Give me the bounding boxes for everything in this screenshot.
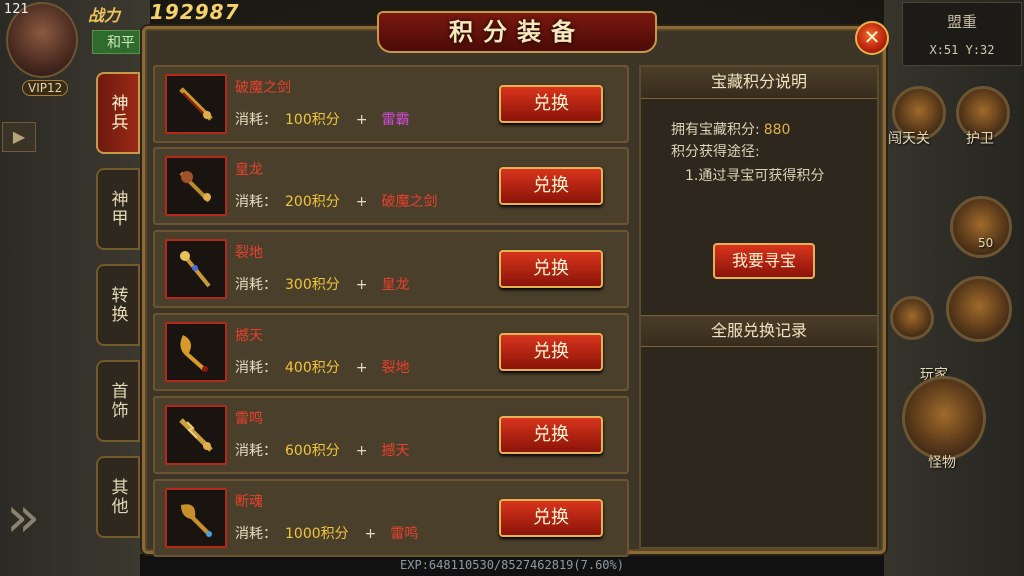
plus-sign: +: [355, 360, 368, 376]
item-cost: 消耗： 1000积分 + 雷鸣: [235, 523, 418, 543]
item-name: 断魂: [235, 494, 263, 510]
exchange-button[interactable]: 兑换: [499, 333, 603, 371]
required-item: 雷霸: [381, 112, 410, 128]
way-item: 1.通过寻宝可获得积分: [685, 168, 825, 184]
item-cost: 消耗： 100积分 + 雷霸: [235, 109, 409, 129]
minimap-panel[interactable]: 盟重 X:51 Y:32: [902, 2, 1022, 66]
points-label: 拥有宝藏积分:: [671, 122, 760, 138]
player-level: 121: [4, 2, 29, 17]
skill-label: 闯天关: [888, 131, 930, 147]
plus-sign: +: [355, 112, 368, 128]
item-name: 裂地: [235, 245, 263, 261]
power-value: 192987: [150, 0, 240, 24]
info-header: 宝藏积分说明: [641, 67, 877, 99]
plus-sign: +: [355, 277, 368, 293]
exchange-record-header[interactable]: 全服兑换记录: [641, 315, 877, 347]
ways-label: 积分获得途径:: [671, 144, 760, 160]
list-item: 雷鸣 消耗： 600积分 + 撼天 兑换: [153, 396, 629, 474]
tab-zhuanhuan[interactable]: 转换: [96, 264, 140, 346]
power-label: 战力: [88, 6, 121, 25]
item-name: 皇龙: [235, 162, 263, 178]
cost-points: 200积分: [285, 194, 340, 210]
plus-sign: +: [355, 443, 368, 459]
list-item: 裂地 消耗： 300积分 + 皇龙 兑换: [153, 230, 629, 308]
required-item: 破魔之剑: [381, 194, 438, 210]
close-icon[interactable]: ✕: [855, 21, 889, 55]
list-item: 断魂 消耗： 1000积分 + 雷鸣 兑换: [153, 479, 629, 557]
exchange-button[interactable]: 兑换: [499, 499, 603, 537]
info-panel: 宝藏积分说明 拥有宝藏积分: 880 积分获得途径: 1.通过寻宝可获得积分 我要…: [639, 65, 879, 549]
cost-points: 1000积分: [285, 526, 349, 542]
item-cost: 消耗： 300积分 + 皇龙: [235, 274, 409, 294]
sword-icon[interactable]: [165, 74, 227, 134]
exchange-button[interactable]: 兑换: [499, 85, 603, 123]
window-title-bar: 积分装备: [377, 11, 657, 53]
attack-skill-icon[interactable]: [946, 276, 1012, 342]
cost-points: 400积分: [285, 360, 340, 376]
cost-label: 消耗：: [235, 277, 277, 293]
item-cost: 消耗： 600积分 + 撼天: [235, 440, 409, 460]
item-name: 破魔之剑: [235, 80, 291, 96]
tab-qita[interactable]: 其他: [96, 456, 140, 538]
tab-shenjia[interactable]: 神甲: [96, 168, 140, 250]
required-item: 雷鸣: [390, 526, 419, 542]
collapse-chevron-icon[interactable]: »: [6, 490, 40, 546]
map-coords: X:51 Y:32: [929, 43, 995, 57]
required-item: 裂地: [381, 360, 410, 376]
points-value: 880: [763, 122, 791, 138]
required-item: 皇龙: [381, 277, 410, 293]
staff-icon[interactable]: [165, 239, 227, 299]
cost-label: 消耗：: [235, 443, 277, 459]
cost-label: 消耗：: [235, 526, 277, 542]
equipment-list: 破魔之剑 消耗： 100积分 + 雷霸 兑换 皇龙 消耗： 200积分 + 破魔之剑 兑换 …: [153, 65, 629, 557]
treasure-hunt-button[interactable]: 我要寻宝: [713, 243, 815, 279]
points-line: 拥有宝藏积分: 880: [671, 119, 790, 139]
pk-mode-button[interactable]: 和平: [92, 30, 140, 54]
cost-label: 消耗：: [235, 360, 277, 376]
exchange-button[interactable]: 兑换: [499, 167, 603, 205]
required-item: 撼天: [381, 443, 410, 459]
plus-sign: +: [355, 194, 368, 210]
run-skill-icon[interactable]: [890, 296, 934, 340]
dragon-sword-icon[interactable]: [165, 156, 227, 216]
exchange-button[interactable]: 兑换: [499, 416, 603, 454]
points-equipment-window: 积分装备 ✕ 破魔之剑 消耗： 100积分 + 雷霸 兑换 皇龙 消耗： 200积分 + 破…: [142, 11, 889, 557]
exchange-button[interactable]: 兑换: [499, 250, 603, 288]
list-item: 破魔之剑 消耗： 100积分 + 雷霸 兑换: [153, 65, 629, 143]
main-attack-icon[interactable]: [902, 376, 986, 460]
item-cost: 消耗： 200积分 + 破魔之剑: [235, 191, 437, 211]
tab-shoushi[interactable]: 首饰: [96, 360, 140, 442]
item-name: 雷鸣: [235, 411, 263, 427]
thunder-sword-icon[interactable]: [165, 405, 227, 465]
cost-points: 300积分: [285, 277, 340, 293]
blade-icon[interactable]: [165, 322, 227, 382]
cost-points: 600积分: [285, 443, 340, 459]
exp-bar: EXP:648110530/8527462819(7.60%): [140, 554, 884, 576]
list-item: 皇龙 消耗： 200积分 + 破魔之剑 兑换: [153, 147, 629, 225]
item-name: 撼天: [235, 328, 263, 344]
soul-blade-icon[interactable]: [165, 488, 227, 548]
item-cost: 消耗： 400积分 + 裂地: [235, 357, 409, 377]
cost-points: 100积分: [285, 112, 340, 128]
window-title: 积分装备: [449, 17, 585, 46]
list-item: 撼天 消耗： 400积分 + 裂地 兑换: [153, 313, 629, 391]
skill-count: 50: [978, 236, 994, 250]
cost-label: 消耗：: [235, 194, 277, 210]
expand-arrow-icon[interactable]: ▶: [2, 122, 36, 152]
vip-badge[interactable]: VIP12: [22, 80, 69, 96]
skill-label: 怪物: [928, 455, 956, 471]
skill-label: 护卫: [966, 131, 994, 147]
cost-label: 消耗：: [235, 112, 277, 128]
plus-sign: +: [364, 526, 377, 542]
map-name: 盟重: [946, 13, 977, 31]
tab-shenbing[interactable]: 神兵: [96, 72, 140, 154]
